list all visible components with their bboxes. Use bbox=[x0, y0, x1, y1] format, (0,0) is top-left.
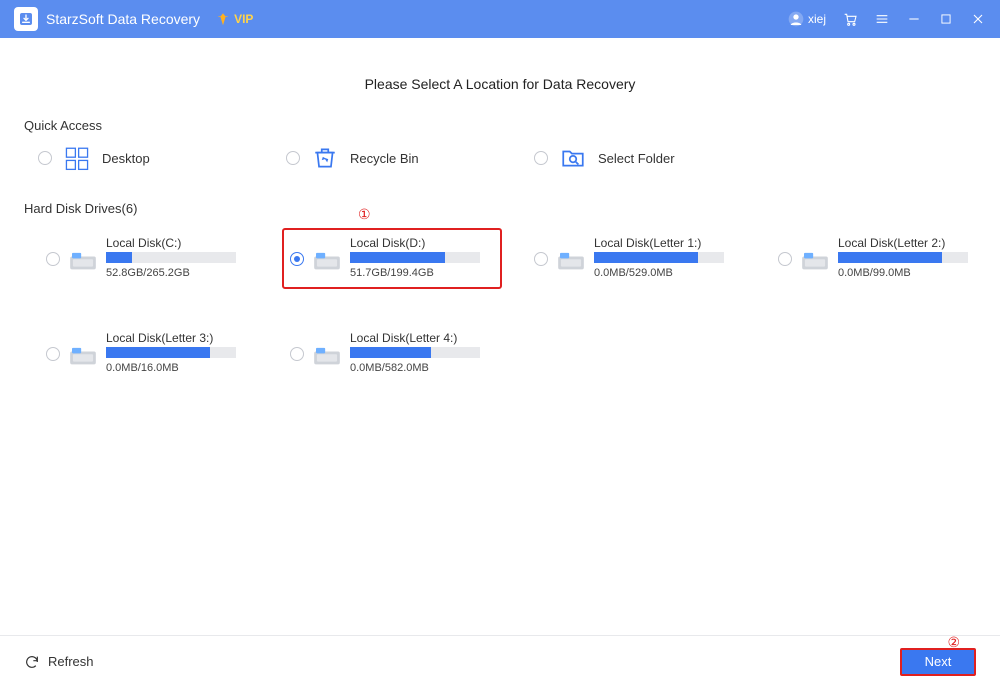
radio-icon[interactable] bbox=[46, 347, 60, 361]
next-button[interactable]: Next bbox=[900, 648, 976, 676]
drives-label: Hard Disk Drives(6) bbox=[24, 201, 976, 216]
titlebar: StarzSoft Data Recovery VIP xiej bbox=[0, 0, 1000, 38]
next-label: Next bbox=[925, 654, 952, 669]
refresh-icon bbox=[24, 654, 40, 670]
quick-item-label: Select Folder bbox=[598, 151, 675, 166]
radio-icon[interactable] bbox=[290, 252, 304, 266]
drive-usage-text: 51.7GB/199.4GB bbox=[350, 267, 492, 279]
quick-item-select-folder[interactable]: Select Folder bbox=[534, 145, 734, 171]
radio-icon[interactable] bbox=[286, 151, 300, 165]
radio-icon[interactable] bbox=[534, 151, 548, 165]
radio-icon[interactable] bbox=[46, 252, 60, 266]
vip-badge: VIP bbox=[216, 12, 253, 26]
drive-usage-text: 0.0MB/99.0MB bbox=[838, 267, 980, 279]
menu-icon[interactable] bbox=[874, 11, 890, 27]
user-name: xiej bbox=[808, 12, 826, 26]
ssd-icon bbox=[68, 345, 98, 369]
ssd-icon bbox=[556, 250, 586, 274]
drive-name: Local Disk(Letter 1:) bbox=[594, 236, 736, 250]
drive-usage-bar bbox=[594, 252, 724, 263]
drive-name: Local Disk(D:) bbox=[350, 236, 492, 250]
drive-name: Local Disk(Letter 2:) bbox=[838, 236, 980, 250]
ssd-icon bbox=[312, 345, 342, 369]
minimize-icon[interactable] bbox=[906, 11, 922, 27]
radio-icon[interactable] bbox=[290, 347, 304, 361]
annotation-step-1: ① bbox=[358, 206, 371, 223]
drive-usage-text: 52.8GB/265.2GB bbox=[106, 267, 248, 279]
close-icon[interactable] bbox=[970, 11, 986, 27]
drives-grid: Local Disk(C:) 52.8GB/265.2GB Local Disk(D… bbox=[24, 228, 976, 384]
radio-icon[interactable] bbox=[778, 252, 792, 266]
app-title: StarzSoft Data Recovery bbox=[46, 11, 200, 27]
annotation-step-2: ② bbox=[947, 634, 960, 651]
ssd-icon bbox=[312, 250, 342, 274]
quick-item-label: Recycle Bin bbox=[350, 151, 419, 166]
drive-item[interactable]: Local Disk(Letter 4:) 0.0MB/582.0MB bbox=[282, 323, 502, 384]
quick-item-recycle-bin[interactable]: Recycle Bin bbox=[286, 145, 486, 171]
drive-item[interactable]: Local Disk(D:) 51.7GB/199.4GB bbox=[282, 228, 502, 289]
radio-icon[interactable] bbox=[38, 151, 52, 165]
drive-item[interactable]: Local Disk(Letter 3:) 0.0MB/16.0MB bbox=[38, 323, 258, 384]
drive-item[interactable]: Local Disk(Letter 1:) 0.0MB/529.0MB bbox=[526, 228, 746, 289]
folder-search-icon bbox=[558, 145, 588, 171]
footer: Refresh ② Next bbox=[0, 635, 1000, 687]
radio-icon[interactable] bbox=[534, 252, 548, 266]
quick-item-label: Desktop bbox=[102, 151, 150, 166]
drive-item[interactable]: Local Disk(Letter 2:) 0.0MB/99.0MB bbox=[770, 228, 990, 289]
quick-access-row: Desktop Recycle Bin Select Folder bbox=[24, 145, 976, 171]
drive-usage-text: 0.0MB/16.0MB bbox=[106, 362, 248, 374]
ssd-icon bbox=[800, 250, 830, 274]
app-logo-icon bbox=[14, 7, 38, 31]
desktop-icon bbox=[62, 145, 92, 171]
drive-usage-text: 0.0MB/529.0MB bbox=[594, 267, 736, 279]
drive-name: Local Disk(Letter 4:) bbox=[350, 331, 492, 345]
cart-icon[interactable] bbox=[842, 11, 858, 27]
quick-item-desktop[interactable]: Desktop bbox=[38, 145, 238, 171]
drive-name: Local Disk(C:) bbox=[106, 236, 248, 250]
drive-usage-bar bbox=[350, 252, 480, 263]
drive-usage-bar bbox=[838, 252, 968, 263]
drive-usage-bar bbox=[106, 252, 236, 263]
bin-icon bbox=[310, 145, 340, 171]
drive-item[interactable]: Local Disk(C:) 52.8GB/265.2GB bbox=[38, 228, 258, 289]
drive-name: Local Disk(Letter 3:) bbox=[106, 331, 248, 345]
user-chip[interactable]: xiej bbox=[788, 11, 826, 27]
maximize-icon[interactable] bbox=[938, 11, 954, 27]
refresh-button[interactable]: Refresh bbox=[24, 654, 94, 670]
vip-label: VIP bbox=[234, 12, 253, 26]
quick-access-label: Quick Access bbox=[24, 118, 976, 133]
page-title: Please Select A Location for Data Recove… bbox=[24, 38, 976, 118]
refresh-label: Refresh bbox=[48, 654, 94, 669]
drive-usage-text: 0.0MB/582.0MB bbox=[350, 362, 492, 374]
ssd-icon bbox=[68, 250, 98, 274]
drive-usage-bar bbox=[106, 347, 236, 358]
drive-usage-bar bbox=[350, 347, 480, 358]
